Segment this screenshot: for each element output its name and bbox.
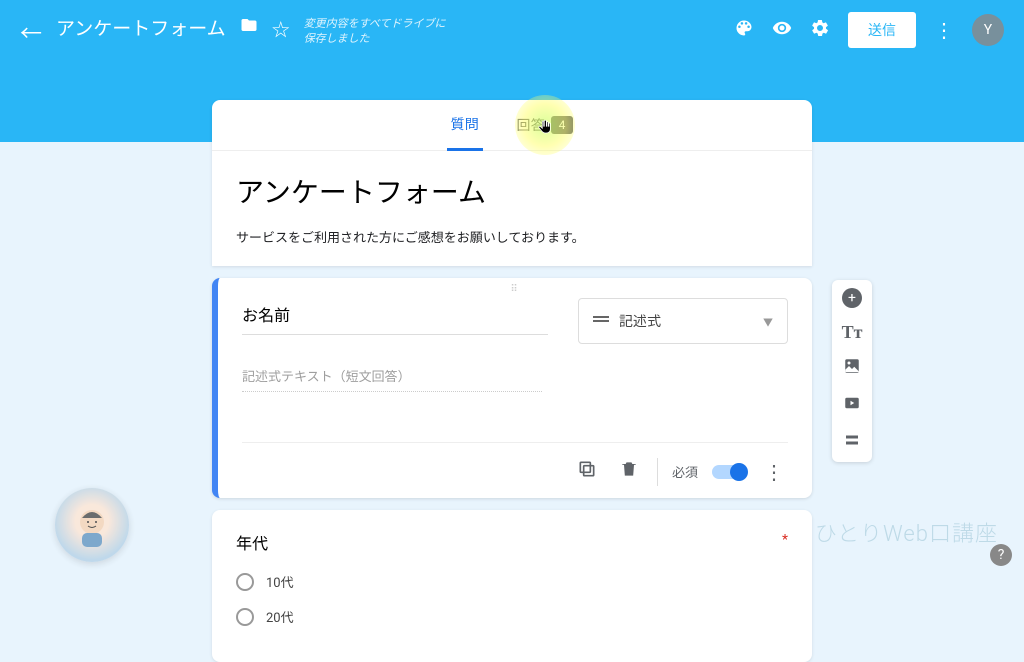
radio-option[interactable]: 10代 bbox=[236, 572, 788, 591]
watermark: ひとりWeb口講座 bbox=[815, 516, 998, 548]
header-actions: 送信 ⋮ Y bbox=[734, 12, 1004, 48]
header-title: アンケートフォーム bbox=[56, 14, 226, 41]
divider bbox=[657, 458, 658, 486]
radio-icon bbox=[236, 573, 254, 591]
radio-option[interactable]: 20代 bbox=[236, 607, 788, 626]
preview-icon[interactable] bbox=[772, 18, 792, 43]
chevron-down-icon: ▼ bbox=[763, 314, 773, 329]
delete-icon[interactable] bbox=[615, 455, 643, 488]
duplicate-icon[interactable] bbox=[573, 455, 601, 488]
add-title-icon[interactable]: Tᴛ bbox=[842, 322, 863, 343]
more-icon[interactable]: ⋮ bbox=[934, 18, 954, 42]
star-icon[interactable]: ☆ bbox=[272, 16, 290, 42]
drag-handle-icon[interactable]: ⠿ bbox=[510, 284, 519, 295]
short-answer-icon bbox=[593, 316, 609, 326]
side-toolbar: + Tᴛ bbox=[832, 280, 872, 462]
tabs: 質問 回答 4 bbox=[212, 100, 812, 151]
form-title-section: アンケートフォーム サービスをご利用された方にご感想をお願いしております。 bbox=[212, 151, 812, 266]
question-card-active[interactable]: ⠿ お名前 記述式 ▼ 記述式テキスト（短文回答） 必須 ⋮ bbox=[212, 278, 812, 498]
responses-count-badge: 4 bbox=[551, 116, 574, 134]
question-more-icon[interactable]: ⋮ bbox=[760, 456, 788, 488]
question-title-input[interactable]: お名前 bbox=[242, 298, 548, 335]
question-type-select[interactable]: 記述式 ▼ bbox=[578, 298, 788, 344]
save-status: 変更内容をすべてドライブに 保存しました bbox=[304, 16, 446, 47]
form-description[interactable]: サービスをご利用された方にご感想をお願いしております。 bbox=[236, 227, 788, 246]
form-container: 質問 回答 4 アンケートフォーム サービスをご利用された方にご感想をお願いして… bbox=[212, 100, 812, 662]
radio-icon bbox=[236, 608, 254, 626]
question-title: 年代 bbox=[236, 530, 788, 554]
question-footer: 必須 ⋮ bbox=[242, 442, 788, 488]
required-star: * bbox=[782, 532, 788, 548]
short-answer-preview: 記述式テキスト（短文回答） bbox=[242, 366, 542, 392]
send-button[interactable]: 送信 bbox=[848, 12, 916, 48]
add-section-icon[interactable] bbox=[843, 431, 861, 454]
folder-icon[interactable] bbox=[240, 16, 258, 39]
help-icon[interactable]: ? bbox=[990, 544, 1012, 566]
required-toggle[interactable] bbox=[712, 465, 746, 479]
form-header-card: 質問 回答 4 アンケートフォーム サービスをご利用された方にご感想をお願いして… bbox=[212, 100, 812, 266]
add-video-icon[interactable] bbox=[843, 394, 861, 417]
form-title[interactable]: アンケートフォーム bbox=[236, 171, 788, 211]
tab-questions[interactable]: 質問 bbox=[447, 100, 483, 151]
profile-bubble[interactable] bbox=[55, 488, 129, 562]
add-image-icon[interactable] bbox=[843, 357, 861, 380]
question-type-label: 記述式 bbox=[619, 311, 661, 331]
settings-icon[interactable] bbox=[810, 18, 830, 43]
avatar[interactable]: Y bbox=[972, 14, 1004, 46]
add-question-icon[interactable]: + bbox=[842, 288, 862, 308]
palette-icon[interactable] bbox=[734, 18, 754, 43]
back-arrow-icon[interactable]: ← bbox=[20, 16, 42, 48]
required-label: 必須 bbox=[672, 462, 698, 481]
tab-responses-label: 回答 bbox=[517, 115, 545, 135]
tab-responses[interactable]: 回答 4 bbox=[513, 101, 578, 149]
question-card[interactable]: 年代 * 10代 20代 bbox=[212, 510, 812, 662]
option-label: 10代 bbox=[266, 572, 294, 591]
option-label: 20代 bbox=[266, 607, 294, 626]
